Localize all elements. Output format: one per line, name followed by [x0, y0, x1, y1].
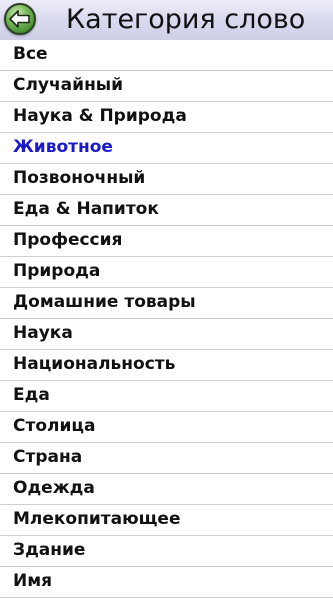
category-item[interactable]: Профессия — [0, 226, 333, 257]
header-bar: Категория слово — [0, 0, 333, 40]
back-arrow-icon — [9, 10, 30, 28]
category-item[interactable]: Национальность — [0, 350, 333, 381]
category-list: Все Случайный Наука & Природа Животное Позво… — [0, 40, 333, 598]
page-title: Категория слово — [66, 4, 306, 35]
category-item[interactable]: Животное — [0, 133, 333, 164]
category-item[interactable]: Еда & Напиток — [0, 195, 333, 226]
category-item[interactable]: Домашние товары — [0, 288, 333, 319]
category-item[interactable]: Имя — [0, 567, 333, 598]
category-item[interactable]: Страна — [0, 443, 333, 474]
back-button[interactable] — [4, 3, 36, 35]
category-item[interactable]: Еда — [0, 381, 333, 412]
category-item[interactable]: Млекопитающее — [0, 505, 333, 536]
category-item[interactable]: Здание — [0, 536, 333, 567]
category-item[interactable]: Наука — [0, 319, 333, 350]
category-item[interactable]: Случайный — [0, 71, 333, 102]
category-item[interactable]: Позвоночный — [0, 164, 333, 195]
category-item[interactable]: Природа — [0, 257, 333, 288]
category-item[interactable]: Все — [0, 40, 333, 71]
category-item[interactable]: Столица — [0, 412, 333, 443]
category-item[interactable]: Наука & Природа — [0, 102, 333, 133]
category-item[interactable]: Одежда — [0, 474, 333, 505]
